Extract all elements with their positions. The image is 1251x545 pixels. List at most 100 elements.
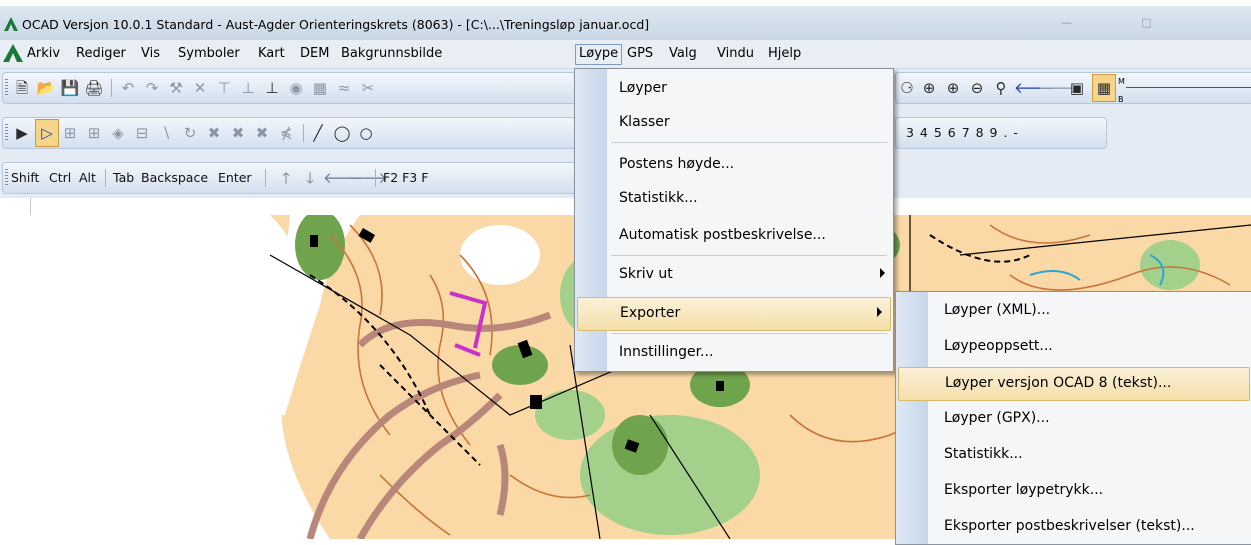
menu-item-skriv-ut[interactable]: Skriv ut: [575, 259, 893, 291]
zoom-in-icon[interactable]: ⊕: [918, 73, 940, 103]
drawing-toolbar: ▶ ▷ ⊞ ⊞ ◈ ⊟ ∖ ↻ ✖ ✖ ✖ ⋠ ╱ ◯ ○: [2, 117, 576, 149]
menu-item-eksporter-loypetrykk[interactable]: Eksporter løypetrykk...: [896, 475, 1251, 507]
undo-icon[interactable]: ↶: [117, 73, 139, 103]
menu-item-statistikk[interactable]: Statistikk...: [896, 439, 1251, 471]
key-tab[interactable]: Tab: [113, 163, 134, 193]
reshape-icon[interactable]: ⋠: [275, 118, 297, 148]
menu-item-label: Statistikk...: [944, 446, 1023, 462]
menu-item-innstillinger[interactable]: Innstillinger...: [575, 337, 893, 369]
menu-item-automatisk-postbeskrivelse[interactable]: Automatisk postbeskrivelse...: [575, 220, 893, 252]
minimize-button[interactable]: —: [1061, 16, 1072, 29]
smooth-icon[interactable]: ≈: [333, 73, 355, 103]
menu-vis[interactable]: Vis: [138, 45, 163, 64]
menu-item-label: Klasser: [619, 114, 670, 130]
edit-object-icon[interactable]: ▶: [11, 118, 33, 148]
scissors-icon[interactable]: ✖: [203, 118, 225, 148]
scissors-icon-3[interactable]: ✖: [251, 118, 273, 148]
menu-item-loyper-ocad8[interactable]: Løyper versjon OCAD 8 (tekst)...: [898, 367, 1250, 401]
find-icon[interactable]: ⚒: [165, 73, 187, 103]
menu-dem[interactable]: DEM: [297, 45, 332, 64]
add-corner-icon[interactable]: ⊞: [83, 118, 105, 148]
menu-item-loypeoppsett[interactable]: Løypeoppsett...: [896, 331, 1251, 363]
menu-item-eksporter-postbeskrivelser[interactable]: Eksporter postbeskrivelser (tekst)...: [896, 511, 1251, 543]
key-backspace[interactable]: Backspace: [141, 163, 208, 193]
new-file-icon[interactable]: 🗎: [11, 73, 33, 103]
circle-icon[interactable]: ○: [355, 118, 377, 148]
preview-icon[interactable]: ▣: [1066, 73, 1088, 103]
menu-vindu[interactable]: Vindu: [714, 45, 757, 64]
scale-slider[interactable]: [1126, 87, 1251, 88]
menu-item-statistikk[interactable]: Statistikk...: [575, 183, 893, 215]
menu-loype[interactable]: Løype: [575, 44, 623, 65]
forward-arrow-icon[interactable]: 🡒: [1038, 73, 1078, 103]
rotate-icon[interactable]: ⚆: [896, 73, 918, 103]
arrow-right-icon[interactable]: 🡒: [347, 163, 387, 193]
menu-separator: [611, 142, 887, 143]
menu-symboler[interactable]: Symboler: [175, 45, 243, 64]
cut-hole-icon[interactable]: ∖: [155, 118, 177, 148]
rotate-object-icon[interactable]: ↻: [179, 118, 201, 148]
menu-item-loyper[interactable]: Løyper: [575, 73, 893, 105]
back-arrow-icon[interactable]: 🡐: [1014, 73, 1054, 103]
export-submenu: Løyper (XML)... Løypeoppsett... Løyper v…: [895, 291, 1251, 545]
hatch-icon[interactable]: ▦: [309, 73, 331, 103]
menu-item-label: Løyper (GPX)...: [944, 410, 1050, 426]
arrow-left-icon[interactable]: 🡐: [323, 163, 363, 193]
function-keys[interactable]: F2 F3 F: [383, 163, 428, 193]
menu-valg[interactable]: Valg: [666, 45, 700, 64]
zoom-out-icon[interactable]: ⊖: [966, 73, 988, 103]
menu-item-loyper-gpx[interactable]: Løyper (GPX)...: [896, 403, 1251, 435]
ocad-menu-logo-icon[interactable]: [2, 43, 24, 63]
key-toolbar: Shift Ctrl Alt Tab Backspace Enter 🡑 🡓 🡐…: [2, 162, 576, 194]
zoom-all-icon[interactable]: ⚲: [990, 73, 1012, 103]
cut-icon[interactable]: ✂: [357, 73, 379, 103]
menu-item-loyper-xml[interactable]: Løyper (XML)...: [896, 295, 1251, 327]
menu-item-exporter[interactable]: Exporter: [577, 297, 891, 331]
ocad-logo-icon: [4, 17, 18, 31]
print-icon[interactable]: 🖨: [83, 73, 105, 103]
grid-icon[interactable]: ▦: [1092, 74, 1116, 102]
toolbar-separator: [111, 79, 112, 97]
delete-vertex-icon[interactable]: ⊟: [131, 118, 153, 148]
menu-bakgrunnsbilde[interactable]: Bakgrunnsbilde: [338, 45, 445, 64]
key-shift[interactable]: Shift: [11, 163, 39, 193]
toolbar-grip[interactable]: [5, 169, 8, 187]
standard-toolbar: 🗎 📂 💾 🖨 ↶ ↷ ⚒ ✕ ⊤ ⊥ ⊥ ◉ ▦ ≈ ✂: [2, 72, 576, 104]
delete-icon[interactable]: ✕: [189, 73, 211, 103]
menu-gps[interactable]: GPS: [624, 45, 656, 64]
window-title: OCAD Versjon 10.0.1 Standard - Aust-Agde…: [22, 17, 650, 32]
window-controls[interactable]: — □: [1041, 12, 1251, 32]
number-keys[interactable]: 3 4 5 6 7 8 9 . -: [906, 118, 1019, 148]
menu-kart[interactable]: Kart: [255, 45, 288, 64]
align-icon[interactable]: ⊤: [213, 73, 235, 103]
fill-icon[interactable]: ◉: [285, 73, 307, 103]
align-icon-3[interactable]: ⊥: [261, 73, 283, 103]
redo-icon[interactable]: ↷: [141, 73, 163, 103]
curve-icon[interactable]: ◯: [331, 118, 353, 148]
add-vertex-icon[interactable]: ⊞: [59, 118, 81, 148]
save-icon[interactable]: 💾: [59, 73, 81, 103]
key-enter[interactable]: Enter: [218, 163, 252, 193]
menu-item-klasser[interactable]: Klasser: [575, 107, 893, 139]
menu-item-postens-hoyde[interactable]: Postens høyde...: [575, 149, 893, 181]
key-alt[interactable]: Alt: [79, 163, 96, 193]
toolbar-grip[interactable]: [5, 79, 8, 97]
arrow-down-icon[interactable]: 🡓: [299, 163, 321, 193]
menu-item-label: Postens høyde...: [619, 156, 735, 172]
align-icon-2[interactable]: ⊥: [237, 73, 259, 103]
zoom-window-icon[interactable]: ⊕: [942, 73, 964, 103]
make-corner-icon[interactable]: ◈: [107, 118, 129, 148]
key-ctrl[interactable]: Ctrl: [49, 163, 71, 193]
menu-arkiv[interactable]: Arkiv: [24, 45, 63, 64]
scissors-icon-2[interactable]: ✖: [227, 118, 249, 148]
toolbar-separator: [105, 169, 106, 187]
menu-hjelp[interactable]: Hjelp: [765, 45, 804, 64]
maximize-button[interactable]: □: [1141, 16, 1151, 29]
arrow-up-icon[interactable]: 🡑: [275, 163, 297, 193]
toolbar-grip[interactable]: [5, 124, 8, 142]
menu-item-label: Eksporter postbeskrivelser (tekst)...: [944, 518, 1195, 534]
straight-line-icon[interactable]: ╱: [307, 118, 329, 148]
open-file-icon[interactable]: 📂: [35, 73, 57, 103]
edit-point-icon[interactable]: ▷: [35, 119, 59, 147]
menu-rediger[interactable]: Rediger: [73, 45, 129, 64]
